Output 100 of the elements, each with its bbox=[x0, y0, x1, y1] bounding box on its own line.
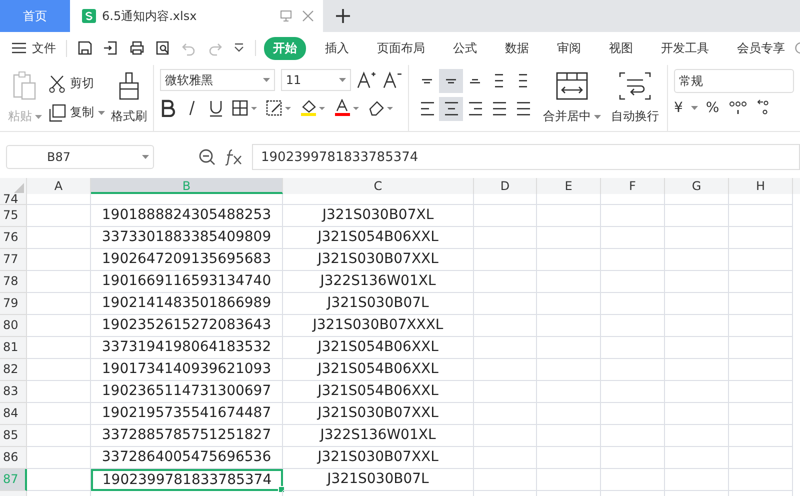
number-format-dropdown[interactable]: 常规 bbox=[674, 69, 794, 93]
row-header[interactable]: 83 bbox=[0, 381, 27, 403]
row-header[interactable]: 78 bbox=[0, 271, 27, 293]
eraser-icon[interactable] bbox=[368, 99, 394, 117]
column-header[interactable]: G bbox=[665, 178, 729, 194]
print-icon[interactable] bbox=[129, 40, 145, 56]
alignment-button[interactable] bbox=[439, 69, 463, 93]
row-header[interactable]: 75 bbox=[0, 205, 27, 227]
caret-icon[interactable] bbox=[690, 106, 698, 110]
save-icon[interactable] bbox=[77, 40, 93, 56]
table-cell bbox=[665, 359, 729, 381]
name-box[interactable]: B87 bbox=[6, 145, 154, 169]
table-cell bbox=[729, 403, 793, 425]
decrease-font-icon[interactable] bbox=[382, 71, 402, 89]
table-cell bbox=[474, 425, 537, 447]
format-painter-button[interactable]: 格式刷 bbox=[111, 69, 147, 127]
menu-tab[interactable]: 审阅 bbox=[548, 36, 590, 60]
monitor-icon[interactable] bbox=[279, 9, 293, 23]
column-header[interactable]: C bbox=[283, 178, 474, 194]
borders-icon[interactable] bbox=[232, 99, 258, 117]
chevron-down-icon[interactable] bbox=[233, 42, 245, 54]
alignment-icon bbox=[516, 102, 530, 116]
wrap-text-button[interactable]: 自动换行 bbox=[609, 69, 661, 127]
copy-icon bbox=[48, 104, 66, 122]
table-cell bbox=[474, 381, 537, 403]
export-icon[interactable] bbox=[103, 40, 119, 56]
table-cell bbox=[27, 403, 91, 425]
table-cell bbox=[27, 447, 91, 469]
row-header[interactable]: 76 bbox=[0, 227, 27, 249]
table-cell bbox=[729, 227, 793, 249]
currency-button[interactable]: ¥ bbox=[674, 100, 683, 116]
table-cell bbox=[474, 205, 537, 227]
alignment-icon bbox=[446, 78, 456, 84]
table-cell: 1902365114731300697 bbox=[91, 381, 283, 403]
percent-button[interactable]: % bbox=[706, 100, 720, 116]
thousands-separator-icon[interactable] bbox=[727, 99, 750, 117]
formula-input[interactable]: 1902399781833785374 bbox=[252, 144, 800, 170]
table-cell bbox=[537, 205, 601, 227]
caret-icon bbox=[35, 114, 42, 118]
menu-tab[interactable]: 页面布局 bbox=[368, 36, 434, 60]
fill-handle[interactable] bbox=[278, 486, 285, 493]
menu-tab[interactable]: 会员专享 bbox=[728, 36, 794, 60]
print-preview-icon[interactable] bbox=[155, 40, 171, 56]
row-header[interactable]: 77 bbox=[0, 249, 27, 271]
copy-button[interactable]: 复制 bbox=[48, 104, 105, 122]
cell-style-icon[interactable] bbox=[266, 99, 292, 117]
close-icon[interactable] bbox=[301, 9, 315, 23]
table-cell: J321S054B06XXL bbox=[283, 359, 474, 381]
alignment-button[interactable] bbox=[439, 97, 463, 121]
table-cell bbox=[537, 194, 601, 205]
font-name-dropdown[interactable]: 微软雅黑 bbox=[160, 69, 275, 91]
alignment-icon bbox=[495, 74, 503, 88]
table-cell bbox=[537, 447, 601, 469]
increase-font-icon[interactable] bbox=[357, 71, 377, 89]
row-header[interactable]: 84 bbox=[0, 403, 27, 425]
cut-button[interactable]: 剪切 bbox=[48, 74, 105, 92]
document-tab[interactable]: 6.5通知内容.xlsx bbox=[70, 0, 323, 32]
table-cell bbox=[729, 381, 793, 403]
column-header[interactable]: E bbox=[537, 178, 601, 194]
table-cell bbox=[27, 249, 91, 271]
table-cell: 1901734140939621093 bbox=[91, 359, 283, 381]
column-header[interactable]: D bbox=[474, 178, 537, 194]
menu-tab[interactable]: 数据 bbox=[496, 36, 538, 60]
table-cell: J321S030B07XXL bbox=[283, 249, 474, 271]
row-header[interactable]: 86 bbox=[0, 447, 27, 469]
menu-tab[interactable]: 公式 bbox=[444, 36, 486, 60]
table-cell bbox=[537, 381, 601, 403]
file-menu[interactable]: 文件 bbox=[12, 40, 67, 56]
row-header[interactable]: 80 bbox=[0, 315, 27, 337]
bold-icon[interactable] bbox=[160, 99, 176, 117]
font-size-dropdown[interactable]: 11 bbox=[280, 69, 352, 91]
caret-icon bbox=[594, 114, 601, 118]
row-header[interactable]: 74 bbox=[0, 194, 27, 205]
column-header[interactable]: H bbox=[729, 178, 793, 194]
underline-icon[interactable] bbox=[208, 99, 224, 117]
menu-tab[interactable]: 视图 bbox=[600, 36, 642, 60]
table-cell bbox=[665, 337, 729, 359]
fill-color-icon[interactable] bbox=[300, 99, 326, 117]
table-cell bbox=[729, 205, 793, 227]
row-header[interactable]: 85 bbox=[0, 425, 27, 447]
column-header[interactable]: F bbox=[601, 178, 665, 194]
table-cell bbox=[729, 271, 793, 293]
font-color-icon[interactable] bbox=[334, 99, 360, 117]
new-tab-icon[interactable] bbox=[335, 8, 351, 24]
menu-tab[interactable]: 插入 bbox=[316, 36, 358, 60]
table-cell bbox=[474, 447, 537, 469]
function-icon[interactable] bbox=[224, 148, 244, 166]
menu-tab[interactable]: 开发工具 bbox=[652, 36, 718, 60]
table-cell bbox=[665, 447, 729, 469]
merge-center-button[interactable]: 合并居中 bbox=[541, 69, 603, 127]
table-cell: 3372864005475696536 bbox=[91, 447, 283, 469]
table-cell bbox=[601, 403, 665, 425]
table-cell bbox=[665, 249, 729, 271]
zoom-icon[interactable] bbox=[198, 148, 216, 166]
table-cell bbox=[474, 315, 537, 337]
table-cell bbox=[729, 249, 793, 271]
table-cell bbox=[474, 249, 537, 271]
row-header[interactable]: 81 bbox=[0, 337, 27, 359]
row-header[interactable]: 79 bbox=[0, 293, 27, 315]
row-header[interactable]: 82 bbox=[0, 359, 27, 381]
